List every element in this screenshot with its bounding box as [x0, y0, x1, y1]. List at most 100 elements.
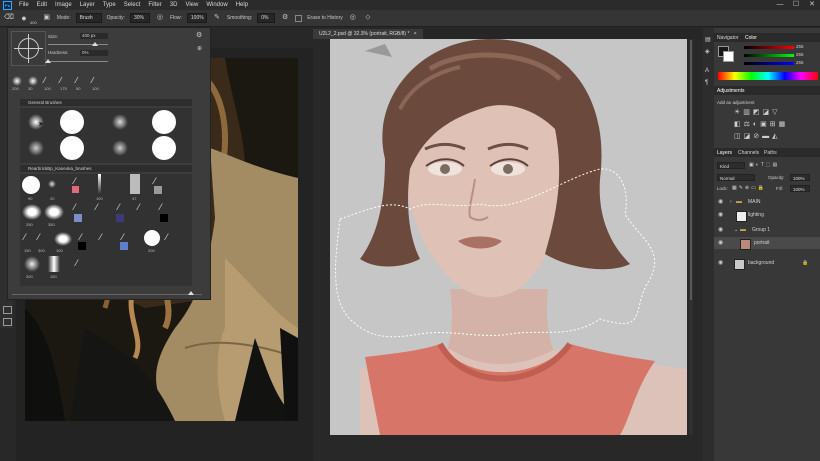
- layer-row-group-1[interactable]: ◉ ⌄ ▬ Group 1: [714, 224, 820, 236]
- brush-tip-texture[interactable]: [48, 256, 60, 272]
- general-brushes-group[interactable]: General Brushes: [20, 99, 192, 106]
- brush-tip-splatter[interactable]: [44, 204, 64, 220]
- brush-tip[interactable]: ⁄: [122, 232, 124, 242]
- brush-color-swatch[interactable]: [160, 214, 168, 222]
- blend-mode-select[interactable]: Normal: [717, 174, 755, 181]
- size-slider-knob[interactable]: [91, 42, 98, 46]
- size-slider[interactable]: [48, 44, 108, 45]
- tab-paths[interactable]: Paths: [764, 150, 777, 156]
- brush-tip[interactable]: ⁄: [160, 202, 162, 212]
- hardness-slider-knob[interactable]: [45, 59, 51, 63]
- lock-icons[interactable]: ▦✎⊕▭🔒: [732, 185, 766, 191]
- brush-tip[interactable]: ⁄: [100, 232, 102, 242]
- brush-tip-splatter[interactable]: [22, 204, 42, 220]
- screen-mode-icon[interactable]: [3, 318, 12, 326]
- recent-brush[interactable]: ⁄: [92, 76, 93, 85]
- maximize-icon[interactable]: ☐: [790, 0, 802, 10]
- airbrush-icon[interactable]: ✎: [212, 13, 222, 23]
- hard-round-opacity-brush[interactable]: [60, 136, 84, 160]
- brush-tip[interactable]: [144, 230, 160, 246]
- minimize-icon[interactable]: —: [774, 0, 786, 10]
- brush-color-swatch[interactable]: [120, 242, 128, 250]
- history-icon[interactable]: ▤: [705, 36, 711, 43]
- red-slider[interactable]: [744, 46, 794, 49]
- portrait-canvas[interactable]: [330, 39, 687, 435]
- soft-round-pressure-brush[interactable]: [112, 114, 128, 130]
- hard-round-size-brush[interactable]: [152, 136, 176, 160]
- eye-icon[interactable]: ◉: [718, 224, 723, 236]
- brush-tip[interactable]: ⁄: [76, 258, 78, 268]
- group-chevron-icon[interactable]: ⌄: [734, 224, 738, 236]
- menu-type[interactable]: Type: [99, 2, 120, 8]
- smoothing-field[interactable]: 0%: [257, 13, 276, 23]
- hard-round-brush[interactable]: [60, 110, 84, 134]
- new-preset-icon[interactable]: ⊕: [197, 45, 202, 52]
- thumbnail-size-slider[interactable]: [12, 294, 202, 295]
- paragraph-icon[interactable]: ¶: [705, 80, 708, 86]
- brush-tip[interactable]: ⁄: [74, 176, 76, 186]
- soft-round-size-brush[interactable]: [112, 140, 128, 156]
- menu-edit[interactable]: Edit: [33, 2, 51, 8]
- erase-to-history-checkbox[interactable]: [295, 14, 303, 22]
- brush-tip[interactable]: ⁄: [38, 232, 40, 242]
- tab-adjustments[interactable]: Adjustments: [717, 88, 745, 94]
- green-slider[interactable]: [744, 54, 794, 57]
- adjustment-icons-row-1[interactable]: ☀▥◩◪▽: [734, 108, 781, 116]
- fill-field[interactable]: 100%: [790, 185, 810, 192]
- quick-mask-icon[interactable]: [3, 306, 12, 314]
- brush-color-swatch[interactable]: [154, 186, 162, 194]
- tab-channels[interactable]: Channels: [738, 150, 759, 156]
- recent-brush[interactable]: ⁄: [60, 76, 61, 85]
- soft-round-opacity-brush[interactable]: [28, 140, 44, 156]
- brush-tip[interactable]: [24, 256, 40, 272]
- brush-tip[interactable]: [48, 180, 56, 188]
- close-tab-icon[interactable]: ×: [414, 31, 417, 37]
- menu-help[interactable]: Help: [232, 2, 252, 8]
- red-value[interactable]: 255: [796, 44, 804, 49]
- eye-icon[interactable]: ◉: [718, 257, 723, 269]
- character-icon[interactable]: A: [705, 68, 709, 74]
- hardness-slider[interactable]: [48, 61, 108, 62]
- mode-select[interactable]: Brush: [75, 13, 102, 23]
- green-value[interactable]: 255: [796, 52, 804, 57]
- pressure-opacity-icon[interactable]: ◎: [155, 13, 165, 23]
- layer-row-portrait[interactable]: ◉ portrait: [714, 237, 820, 250]
- menu-layer[interactable]: Layer: [76, 2, 99, 8]
- recent-brush[interactable]: [12, 76, 22, 86]
- eraser-tool-icon[interactable]: ⌫: [4, 13, 14, 23]
- group-chevron-icon[interactable]: ›: [730, 196, 732, 208]
- brush-tip[interactable]: [22, 176, 40, 194]
- brush-tip[interactable]: ⁄: [166, 232, 168, 242]
- hard-round-pressure-brush[interactable]: [152, 110, 176, 134]
- brush-tip[interactable]: ⁄: [154, 176, 156, 186]
- brush-preset-picker-icon[interactable]: ●: [19, 13, 29, 23]
- blue-slider[interactable]: [744, 62, 794, 65]
- recent-brush[interactable]: ⁄: [44, 76, 45, 85]
- properties-icon[interactable]: ◈: [705, 48, 710, 55]
- brush-tip[interactable]: ⁄: [138, 202, 140, 212]
- thumbnail-size-knob[interactable]: [188, 291, 194, 295]
- hardness-field[interactable]: 0%: [80, 50, 108, 56]
- eye-icon[interactable]: ◉: [718, 237, 723, 249]
- brush-color-swatch[interactable]: [78, 242, 86, 250]
- canvas-scroll-thumb[interactable]: [690, 40, 692, 300]
- menu-select[interactable]: Select: [120, 2, 145, 8]
- eye-icon[interactable]: ◉: [718, 209, 723, 221]
- brush-tip-leaves[interactable]: [54, 232, 72, 246]
- brush-settings-icon[interactable]: ▣: [42, 13, 52, 23]
- custom-brushes-group[interactable]: RearbrickBp_Kaneoka_brushes: [20, 165, 192, 172]
- layer-row-lighting[interactable]: ◉ lighting: [714, 209, 820, 222]
- close-icon[interactable]: ✕: [806, 0, 818, 10]
- menu-file[interactable]: File: [15, 2, 33, 8]
- brush-color-swatch[interactable]: [72, 186, 79, 193]
- adjustment-icons-row-3[interactable]: ◫◪⊘▬◭: [734, 132, 780, 140]
- eye-icon[interactable]: ◉: [718, 196, 723, 208]
- brush-tip[interactable]: ⁄: [24, 232, 26, 242]
- opacity-field[interactable]: 30%: [129, 13, 150, 23]
- brush-tip[interactable]: ⁄: [80, 232, 82, 242]
- symmetry-icon[interactable]: ⬦: [363, 13, 373, 23]
- pressure-size-icon[interactable]: ◎: [348, 13, 358, 23]
- brush-tip[interactable]: [98, 174, 101, 194]
- brush-angle-preview[interactable]: [11, 31, 46, 66]
- brush-color-swatch[interactable]: [74, 214, 82, 222]
